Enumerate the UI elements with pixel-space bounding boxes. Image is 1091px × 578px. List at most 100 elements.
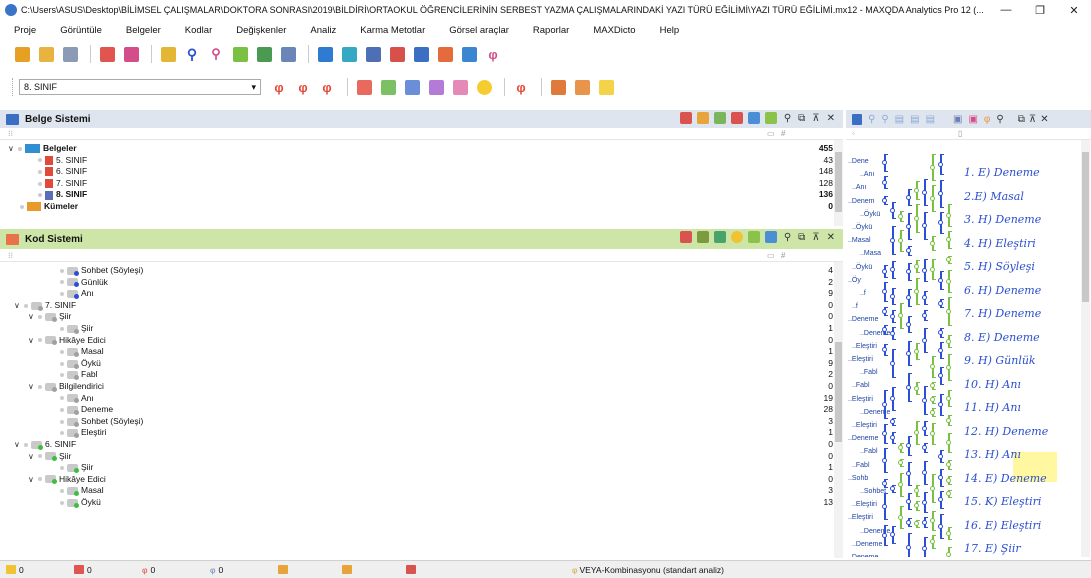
chevron-down-icon[interactable]: ∨ [28,474,38,486]
maximize-panel-icon[interactable]: ⊼ [1029,114,1036,125]
highlight-green-icon[interactable] [378,78,398,96]
code-tree-row[interactable]: Öykü 13 [0,497,833,509]
code-stripe-knob[interactable] [914,187,919,193]
code-stripe-label[interactable]: ..Deneme [848,435,878,442]
new-document-icon[interactable] [679,112,692,124]
code-stripe-knob[interactable] [882,457,887,463]
menu-kodlar[interactable]: Kodlar [185,25,212,36]
code-stripe-knob[interactable] [906,194,911,200]
browser-color-icon[interactable]: ▣ [968,114,977,125]
code-stripe-knob[interactable] [914,288,919,294]
new-memo-icon[interactable] [596,78,616,96]
code-stripe-knob[interactable] [922,519,927,525]
summary-table-icon[interactable] [278,45,298,63]
code-stripe-label[interactable]: ..Öykü [852,224,872,231]
code-stripe-knob[interactable] [930,164,935,170]
new-code-icon[interactable] [679,231,692,243]
code-tree-row[interactable]: ∨ Şiir 0 [0,451,833,463]
code-stripe-knob[interactable] [890,435,895,440]
code-stripe-knob[interactable] [946,395,951,401]
code-stripe-knob[interactable] [922,397,927,403]
code-stripe-knob[interactable] [938,347,943,353]
chevron-down-icon[interactable]: ∨ [28,381,38,393]
code-stripe-knob[interactable] [898,445,903,450]
code-stripe-label[interactable]: ..Eleştiri [848,396,873,403]
browser-zoom-icon[interactable]: ⚲ [881,114,888,125]
panel-search-icon[interactable]: ⚲ [784,232,791,243]
tree-row-document-active[interactable]: 8. SINIF 136 [0,189,833,201]
code-stripe-knob[interactable] [938,191,943,196]
code-stripe-knob[interactable] [930,364,935,369]
code-stripe-label[interactable]: ..Fabl [860,448,878,455]
code-tree-row[interactable]: Şiir 1 [0,462,833,474]
highlight-red-icon[interactable] [354,78,374,96]
code-stripe-label[interactable]: ..Sohb [848,475,868,482]
document-variables-icon[interactable] [158,45,178,63]
code-tree-row[interactable]: ∨ Hikâye Edici 0 [0,474,833,486]
code-stripe-knob[interactable] [882,532,887,538]
code-stripe-knob[interactable] [922,267,927,273]
code-stripe-label[interactable]: ..Eleştiri [852,343,877,350]
code-stripe-knob[interactable] [946,440,951,445]
menu-degiskenler[interactable]: Değişkenler [236,25,286,36]
code-matrix-icon[interactable] [230,45,250,63]
code-stripe-knob[interactable] [946,237,951,242]
browser-search-icon[interactable]: ⚲ [868,114,875,125]
code-stripe-knob[interactable] [906,544,911,550]
code-stripe-knob[interactable] [890,330,895,336]
code-stripe-knob[interactable] [882,308,887,314]
code-stripe-label[interactable]: ..Anı [852,184,866,191]
close-panel-icon[interactable]: ✕ [827,113,835,124]
browser-memo-icon[interactable]: ▣ [953,114,962,125]
code-scrollbar-thumb[interactable] [835,342,842,442]
code-stripe-knob[interactable] [906,350,911,356]
code-stripe-knob[interactable] [930,409,935,415]
window-layout-icon[interactable] [411,45,431,63]
close-panel-icon[interactable]: ✕ [1040,114,1048,125]
chevron-down-icon[interactable]: ∨ [28,335,38,347]
chevron-down-icon[interactable]: ∨ [28,311,38,323]
maximize-button[interactable]: ❐ [1023,4,1057,17]
code-stripe-knob[interactable] [938,453,943,459]
code-stripe-knob[interactable] [946,308,951,314]
code-stripe-label[interactable]: ..Denem [848,198,874,205]
code-stripe-knob[interactable] [938,277,943,283]
code-stripe-label[interactable]: ..Öy [848,277,861,284]
code-tree-row[interactable]: Sohbet (Söyleşi) 3 [0,416,833,428]
code-stripe-knob[interactable] [890,313,895,319]
code-stripe-knob[interactable] [898,514,903,520]
code-stripe-knob[interactable] [898,213,903,219]
menu-analiz[interactable]: Analiz [310,25,336,36]
code-stripe-knob[interactable] [938,475,943,480]
code-stripe-knob[interactable] [930,266,935,272]
code-stripe-knob[interactable] [922,312,927,318]
code-tree-row[interactable]: Masal 1 [0,346,833,358]
code-table-icon[interactable] [747,231,760,243]
code-stripe-knob[interactable] [938,373,943,378]
menu-maxdicto[interactable]: MAXDicto [593,25,635,36]
code-stripe-knob[interactable] [914,348,919,354]
code-stripe-label[interactable]: ..Deneme [848,316,878,323]
code-stripe-knob[interactable] [922,499,927,505]
merge-code-icon[interactable] [572,78,592,96]
save-icon[interactable] [60,45,80,63]
code-tree-row[interactable]: Günlük 2 [0,277,833,289]
menu-goruntule[interactable]: Görüntüle [60,25,102,36]
code-stripe-knob[interactable] [938,523,943,529]
code-tree-row[interactable]: Deneme 28 [0,404,833,416]
code-stripe-knob[interactable] [882,431,887,436]
chevron-down-icon[interactable]: ∨ [14,300,24,312]
menu-gorsel-araclar[interactable]: Görsel araçlar [449,25,509,36]
code-stripe-label[interactable]: ..f [860,290,866,297]
code-tree-row[interactable]: ∨ Şiir 0 [0,311,833,323]
memo-icon[interactable] [459,45,479,63]
code-stripe-knob[interactable] [946,462,951,467]
status-analysis[interactable]: φ VEYA-Kombinasyonu (standart analiz) [572,565,872,575]
code-tree-row[interactable]: Öykü 9 [0,358,833,370]
code-stripe-knob[interactable] [906,269,911,274]
column-view-icon[interactable]: ▭ [767,251,775,260]
code-stripe-knob[interactable] [938,330,943,335]
code-tree-row[interactable]: ∨ Bilgilendirici 0 [0,381,833,393]
code-stripe-knob[interactable] [930,383,935,388]
code-stripe-label[interactable]: ..f [852,303,858,310]
